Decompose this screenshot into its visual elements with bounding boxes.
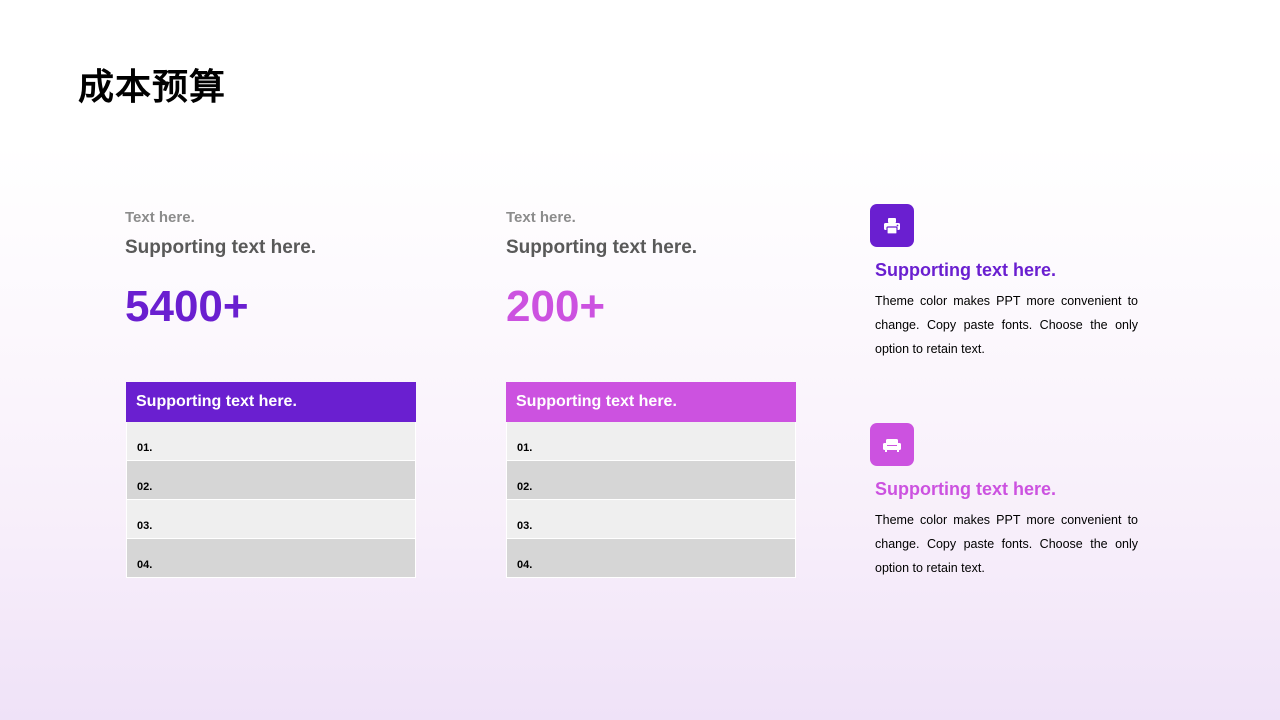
- table-row: 04.: [126, 539, 416, 578]
- feature-title: Supporting text here.: [875, 260, 1057, 280]
- feature-1: Supporting text here. Theme color makes …: [870, 204, 1140, 361]
- stat-label: Text here.: [125, 209, 195, 226]
- feature-body: Theme color makes PPT more convenient to…: [875, 513, 1138, 575]
- stat-label: Text here.: [506, 209, 576, 226]
- printer-icon: [870, 204, 914, 247]
- feature-body: Theme color makes PPT more convenient to…: [875, 294, 1138, 356]
- stat-subtitle: Supporting text here.: [125, 237, 317, 258]
- table-row: 02.: [506, 461, 796, 500]
- stat-value: 5400+: [125, 282, 249, 331]
- feature-2: Supporting text here. Theme color makes …: [870, 423, 1140, 580]
- stat-column-2: Text here. Supporting text here. 200+: [506, 208, 806, 332]
- feature-title: Supporting text here.: [875, 479, 1057, 499]
- table-row: 01.: [126, 422, 416, 461]
- table-row: 03.: [126, 500, 416, 539]
- stat-value: 200+: [506, 282, 606, 331]
- data-table-1: Supporting text here. 01. 02. 03. 04.: [126, 382, 416, 578]
- table-row: 03.: [506, 500, 796, 539]
- page-title: 成本预算: [78, 67, 227, 108]
- table-row: 04.: [506, 539, 796, 578]
- table-header: Supporting text here.: [126, 382, 416, 422]
- stat-subtitle: Supporting text here.: [506, 237, 698, 258]
- table-header: Supporting text here.: [506, 382, 796, 422]
- table-row: 02.: [126, 461, 416, 500]
- data-table-2: Supporting text here. 01. 02. 03. 04.: [506, 382, 796, 578]
- table-row: 01.: [506, 422, 796, 461]
- sofa-icon: [870, 423, 914, 466]
- stat-column-1: Text here. Supporting text here. 5400+: [125, 208, 425, 332]
